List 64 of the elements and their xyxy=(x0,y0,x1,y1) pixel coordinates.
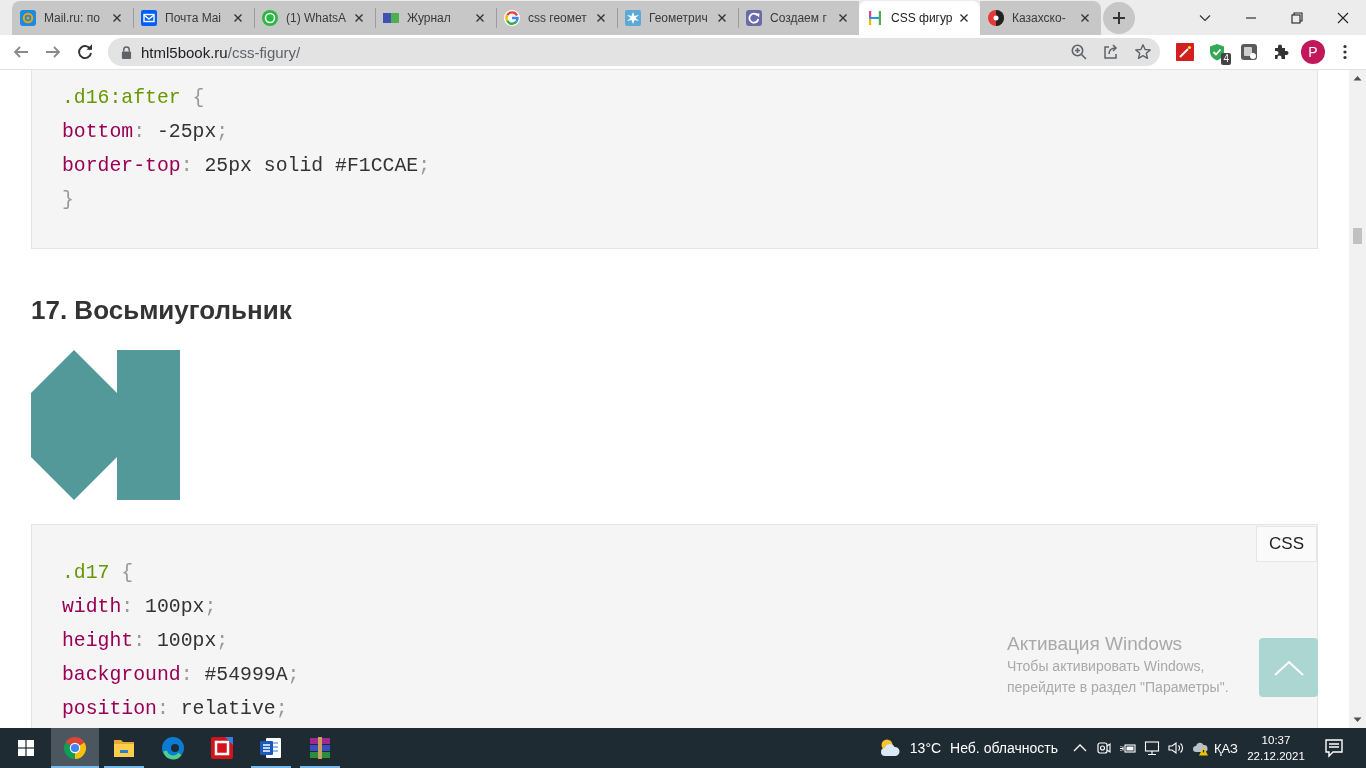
zoom-in-icon[interactable] xyxy=(1070,43,1088,61)
chevron-up-icon xyxy=(1273,659,1304,676)
stacked-books-icon xyxy=(308,736,332,760)
speaker-icon[interactable] xyxy=(1168,740,1184,756)
restore-icon[interactable] xyxy=(1291,11,1303,24)
code-line: background: #54999A; xyxy=(62,663,300,688)
app-tile-icon xyxy=(210,736,234,760)
browser-tab[interactable]: Журнал xyxy=(375,1,496,35)
code-line: position: relative; xyxy=(62,697,288,722)
plus-icon xyxy=(1111,9,1127,26)
document-icon xyxy=(259,736,283,760)
share-icon[interactable] xyxy=(1102,43,1120,61)
code-line: bottom: -25px; xyxy=(62,120,229,145)
bookmark-star-icon[interactable] xyxy=(1134,43,1152,61)
extension-badge: 4 xyxy=(1221,53,1231,65)
activation-text: Чтобы активировать Windows, перейдите в раздел "Параметры". xyxy=(1007,657,1230,697)
circle-logo-icon xyxy=(988,10,1004,26)
ring-disc-icon xyxy=(262,10,278,26)
close-icon[interactable] xyxy=(1337,11,1349,24)
window-tile-icon[interactable] xyxy=(1240,43,1258,61)
weather-button[interactable]: 13°C Неб. облачность xyxy=(873,728,1068,768)
swirl-icon xyxy=(161,736,185,760)
circular-arrow-icon xyxy=(746,10,762,26)
round-logo-icon xyxy=(63,736,87,760)
browser-tab[interactable]: Казахско- xyxy=(980,1,1101,35)
code-line: } xyxy=(62,188,74,213)
ring-tile-icon xyxy=(20,10,36,26)
profile-avatar-button[interactable]: P xyxy=(1301,40,1325,64)
address-bar[interactable]: html5book.ru/css-figury/ xyxy=(108,38,1160,66)
bars-logo-icon xyxy=(867,10,883,26)
browser-tab[interactable]: Создаем г xyxy=(738,1,859,35)
section-heading: 17. Восьмиугольник xyxy=(31,294,292,327)
code-line: width: 100px; xyxy=(62,595,217,620)
envelope-icon xyxy=(141,10,157,26)
new-tab-button[interactable] xyxy=(1103,1,1135,34)
clock-button[interactable]: 10:37 22.12.2021 xyxy=(1240,732,1312,764)
squares-icon xyxy=(383,10,399,26)
monitor-icon[interactable] xyxy=(1144,740,1160,756)
browser-tab[interactable]: Геометрич xyxy=(617,1,738,35)
code-line: border-top: 25px solid #F1CCAE; xyxy=(62,154,430,179)
start-logo-icon[interactable] xyxy=(17,740,34,756)
code-line: .d17 { xyxy=(62,561,134,586)
browser-tab[interactable]: css геомет xyxy=(496,1,617,35)
cloud-warning-icon[interactable] xyxy=(1192,740,1208,756)
code-line: .d16:after { xyxy=(62,86,205,111)
lock-icon xyxy=(121,45,132,59)
message-icon[interactable] xyxy=(1324,738,1344,758)
browser-tab[interactable]: (1) WhatsA xyxy=(254,1,375,35)
url-text: html5book.ru/css-figury/ xyxy=(141,43,301,61)
scrollbar-thumb[interactable] xyxy=(1353,228,1362,244)
reload-icon[interactable] xyxy=(76,43,94,61)
wand-tile-icon[interactable] xyxy=(1176,43,1194,61)
scrollbar[interactable] xyxy=(1349,70,1366,728)
ring-logo-icon xyxy=(504,10,520,26)
activation-title: Активация Windows xyxy=(1007,632,1183,656)
browser-tab[interactable]: Почта Mai xyxy=(133,1,254,35)
language-button[interactable]: ҚАЗ xyxy=(1212,740,1240,756)
puzzle-piece-icon[interactable] xyxy=(1272,43,1290,61)
starburst-icon xyxy=(625,10,641,26)
camera-icon[interactable] xyxy=(1096,740,1112,756)
browser-tab[interactable]: CSS фигур xyxy=(859,1,980,35)
browser-tab[interactable]: Mail.ru: по xyxy=(12,1,133,35)
language-label: CSS xyxy=(1256,526,1317,562)
code-line: height: 100px; xyxy=(62,629,229,654)
